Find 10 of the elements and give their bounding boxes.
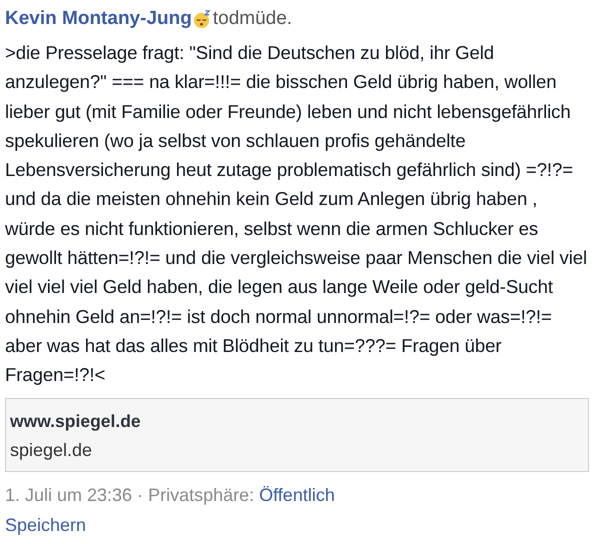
post-text: >die Presselage fragt: "Sind die Deutschen zu blöd, ihr Geld anzulegen?" === na klar=!!!= die bisschen Geld übrig haben, wollen lieber gut (mit Familie oder Freunde) leben und nicht lebensgefährlich spekulieren (wo ja selbst von schlauen profis gehändelte Lebensversicherung heut zutage problematisch gefährlich sind) =?!?= und da die meisten ohnehin kein Geld zum Anlegen übrig haben , würde es nicht funktionieren, selbst wenn die armen Schlucker es gewollt hätten=!?!= und die vergleichsweise paar Menschen die viel viel viel viel viel Geld haben, die legen aus lange Weile oder geld-Sucht ohnehin Geld an=!?!= ist doch normal unnormal=!?= oder was=!?!= aber was hat das alles mit Blödheit zu tun=???= Fragen über Fragen=!?!< [5, 41, 588, 388]
feeling-text: todmüde. [212, 8, 292, 30]
save-link[interactable]: Speichern [5, 510, 86, 539]
author-link[interactable]: Kevin Montany-Jung [5, 8, 192, 30]
link-preview-card[interactable]: www.spiegel.de spiegel.de [5, 398, 589, 472]
link-domain: spiegel.de [10, 438, 94, 462]
sleepy-face-icon [192, 10, 212, 28]
timestamp-text: 1. Juli um 23:36 · Privatsphäre: [5, 484, 254, 507]
link-title: www.spiegel.de [10, 410, 142, 433]
privacy-link[interactable]: Öffentlich [259, 480, 335, 509]
